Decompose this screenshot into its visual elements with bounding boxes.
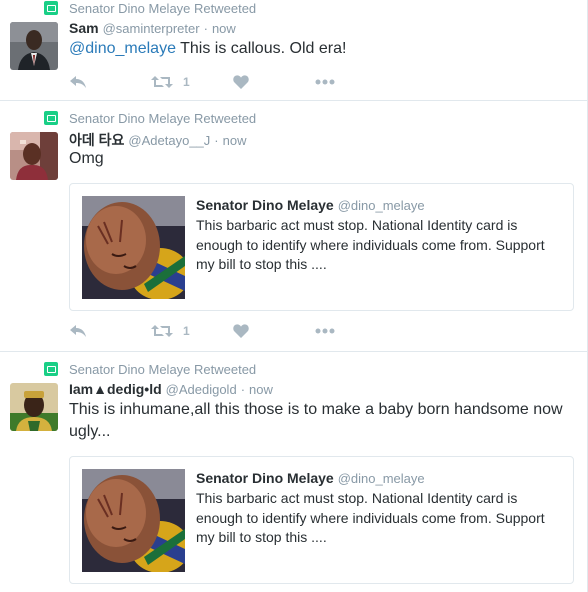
tweet[interactable]: Senator Dino Melaye Retweeted Sam @samin… [0, 0, 587, 101]
tweet-header: 아데 타요 @Adetayo__J · now [69, 130, 246, 148]
separator: · [214, 133, 219, 148]
avatar[interactable] [10, 132, 58, 180]
tweet-text: @dino_melaye This is callous. Old era! [69, 38, 574, 60]
retweet-count: 1 [183, 75, 190, 89]
retweet-button[interactable]: 1 [151, 324, 233, 338]
tweet-actions: 1 [69, 322, 355, 340]
retweet-badge-icon [44, 1, 58, 15]
quoted-tweet-header: Senator Dino Melaye @dino_melaye [196, 197, 425, 215]
retweet-badge-icon [44, 111, 58, 125]
quoted-tweet-image[interactable] [82, 469, 185, 572]
reply-button[interactable] [69, 324, 151, 338]
quoted-tweet-header: Senator Dino Melaye @dino_melaye [196, 470, 425, 488]
tweet-text: This is inhumane,all this those is to ma… [69, 401, 563, 440]
quoted-author-fullname[interactable]: Senator Dino Melaye [196, 197, 334, 213]
author-username[interactable]: @Adetayo__J [128, 133, 210, 148]
quoted-author-fullname[interactable]: Senator Dino Melaye [196, 470, 334, 486]
separator: · [240, 382, 246, 397]
more-dots-icon [315, 79, 335, 85]
tweet-body: This is callous. Old era! [175, 40, 347, 57]
quoted-tweet-text: This barbaric act must stop. National Id… [196, 490, 545, 545]
like-button[interactable] [233, 324, 315, 338]
tweet[interactable]: Senator Dino Melaye Retweeted 아데 타요 @Ade… [0, 101, 587, 352]
more-dots-icon [315, 328, 335, 334]
author-fullname[interactable]: 아데 타요 [69, 130, 124, 150]
tweet[interactable]: Senator Dino Melaye Retweeted Iam▲dedig•… [0, 352, 587, 592]
separator: · [203, 21, 208, 36]
timeline: Senator Dino Melaye Retweeted Sam @samin… [0, 0, 588, 592]
reply-icon [70, 76, 86, 88]
tweet-header: Sam @saminterpreter · now [69, 20, 236, 38]
timestamp[interactable]: now [212, 21, 236, 36]
author-username[interactable]: @saminterpreter [103, 21, 200, 36]
quoted-tweet-text: This barbaric act must stop. National Id… [196, 217, 545, 272]
retweeted-by-label[interactable]: Senator Dino Melaye Retweeted [69, 111, 256, 126]
reply-icon [70, 325, 86, 337]
retweet-icon [151, 325, 173, 337]
retweet-context: Senator Dino Melaye Retweeted [44, 0, 256, 16]
more-button[interactable] [315, 79, 355, 85]
tweet-actions: 1 [69, 73, 355, 91]
tweet-text: Omg [69, 150, 104, 167]
heart-icon [233, 75, 249, 89]
retweeted-by-label[interactable]: Senator Dino Melaye Retweeted [69, 1, 256, 16]
mention-link[interactable]: @dino_melaye [69, 40, 176, 57]
retweet-context: Senator Dino Melaye Retweeted [44, 361, 256, 377]
quoted-tweet[interactable]: Senator Dino Melaye @dino_melaye This ba… [69, 183, 574, 311]
timestamp[interactable]: now [249, 382, 273, 397]
avatar[interactable] [10, 22, 58, 70]
quoted-tweet[interactable]: Senator Dino Melaye @dino_melaye This ba… [69, 456, 574, 584]
retweet-badge-icon [44, 362, 58, 376]
reply-button[interactable] [69, 75, 151, 89]
like-button[interactable] [233, 75, 315, 89]
author-fullname[interactable]: Iam▲dedig•ld [69, 381, 162, 397]
more-button[interactable] [315, 328, 355, 334]
quoted-tweet-image[interactable] [82, 196, 185, 299]
retweet-icon [151, 76, 173, 88]
author-username[interactable]: @Adedigold [166, 382, 237, 397]
tweet-header: Iam▲dedig•ld @Adedigold · now [69, 381, 273, 399]
author-fullname[interactable]: Sam [69, 20, 99, 36]
timestamp[interactable]: now [223, 133, 247, 148]
quoted-author-username[interactable]: @dino_melaye [338, 471, 425, 486]
heart-icon [233, 324, 249, 338]
retweet-count: 1 [183, 324, 190, 338]
retweet-button[interactable]: 1 [151, 75, 233, 89]
quoted-author-username[interactable]: @dino_melaye [338, 198, 425, 213]
retweet-context: Senator Dino Melaye Retweeted [44, 110, 256, 126]
avatar[interactable] [10, 383, 58, 431]
retweeted-by-label[interactable]: Senator Dino Melaye Retweeted [69, 362, 256, 377]
